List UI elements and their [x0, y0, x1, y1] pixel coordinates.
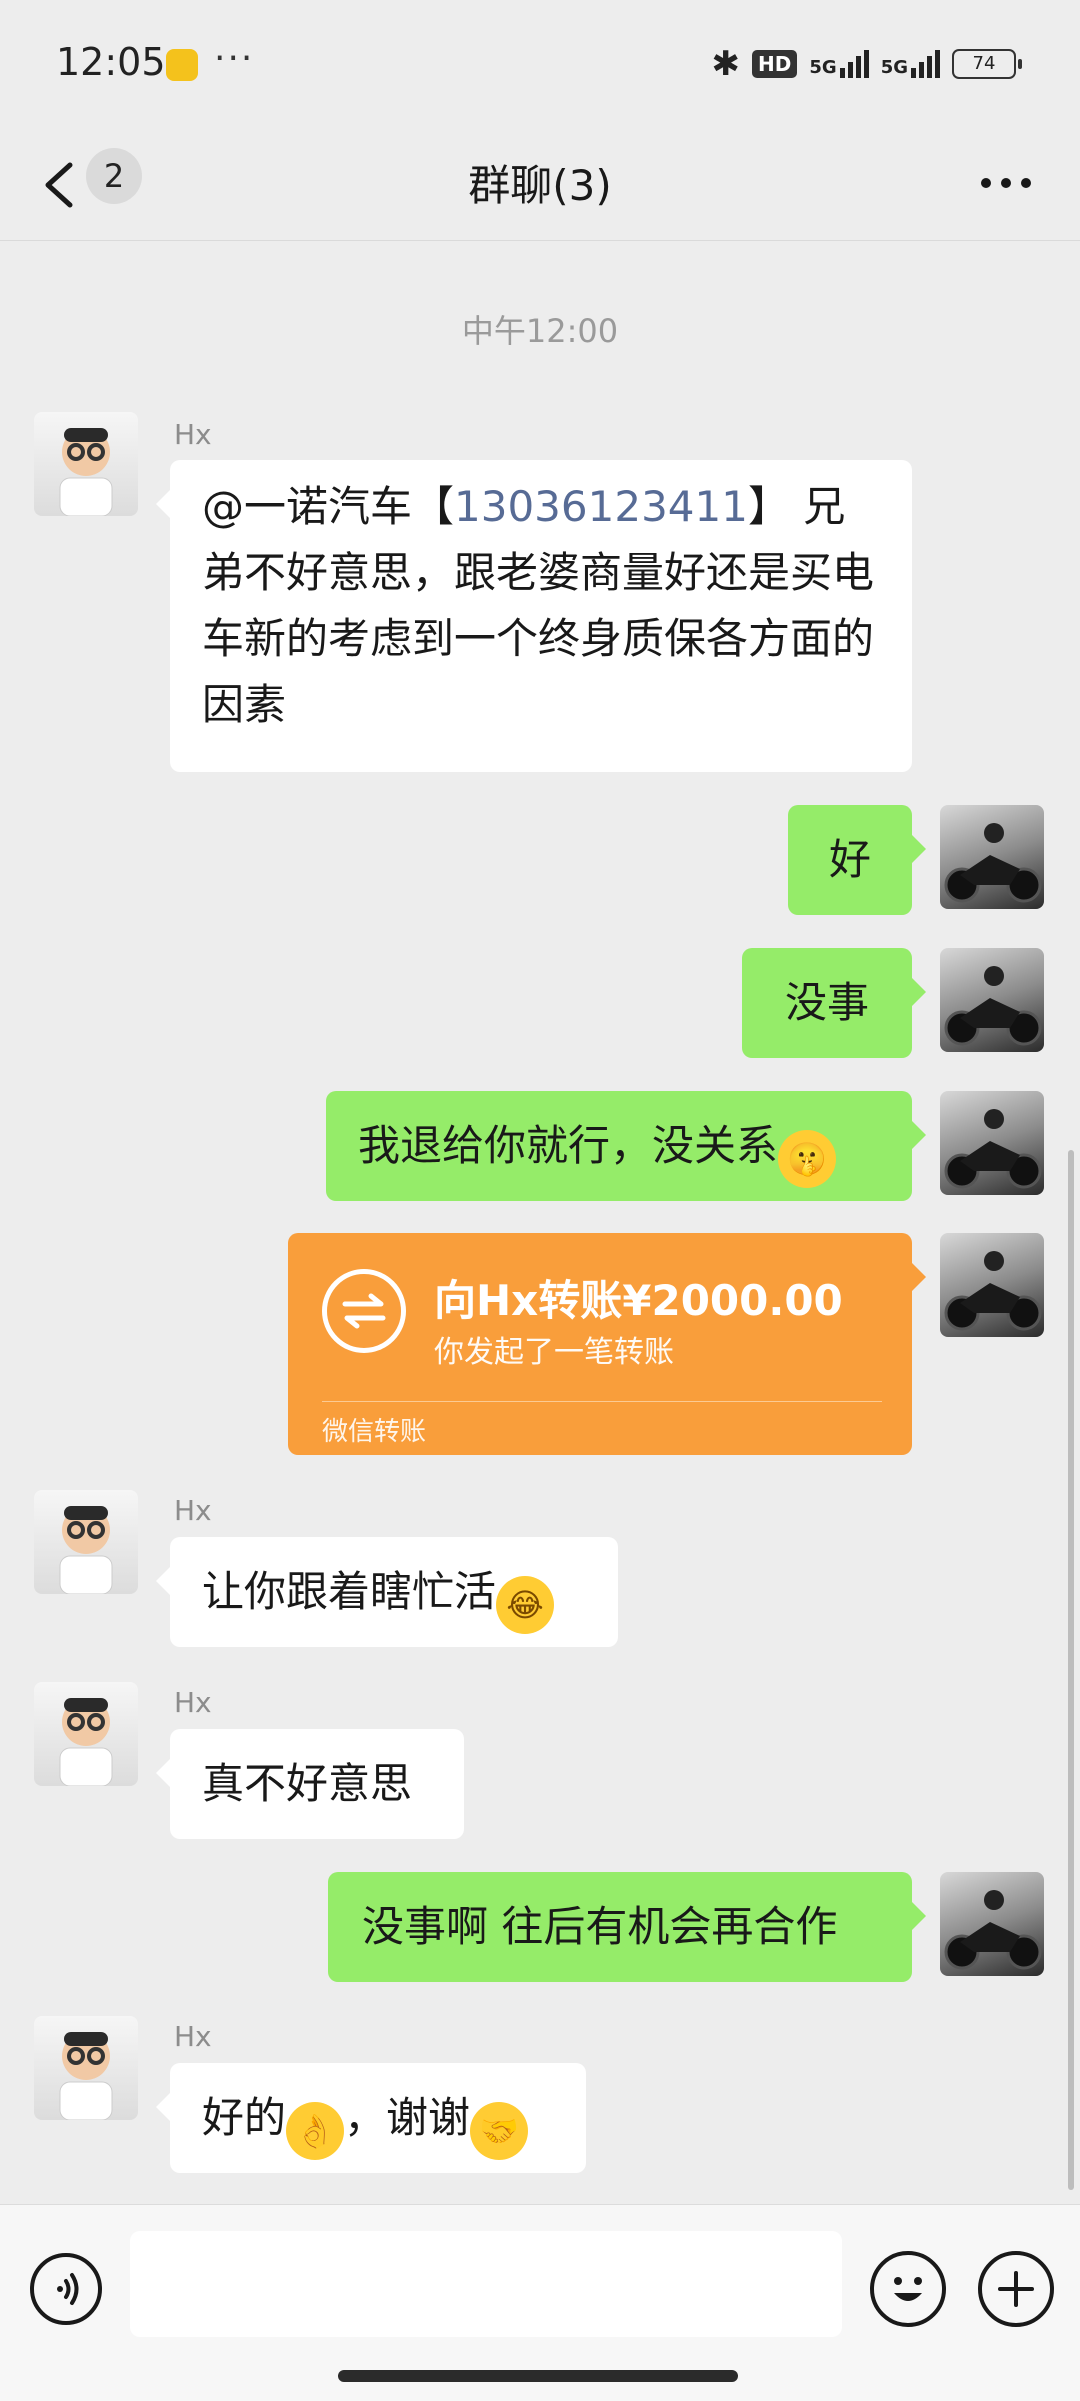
message-text: 真不好意思	[202, 1759, 413, 1808]
message-bubble-right[interactable]: 没事啊 往后有机会再合作	[328, 1872, 926, 1982]
message-text: 好	[828, 835, 871, 884]
message-text: ，谢谢	[344, 2093, 471, 2142]
message-bubble-right[interactable]: 好	[788, 805, 926, 915]
message-text: 好的	[202, 2093, 287, 2142]
plus-icon	[998, 2271, 1034, 2307]
transfer-icon	[322, 1269, 406, 1353]
scrollbar[interactable]	[1068, 1150, 1074, 2190]
avatar-hx[interactable]	[34, 1682, 138, 1786]
avatar-self[interactable]	[940, 1233, 1044, 1337]
message-bubble-right[interactable]: 没事	[742, 948, 926, 1058]
sender-name: Hx	[174, 1494, 212, 1527]
message-text: 没事	[784, 978, 869, 1027]
kid-avatar-image	[59, 428, 113, 516]
more-options-button[interactable]	[966, 150, 1046, 214]
avatar-hx[interactable]	[34, 412, 138, 516]
avatar-self[interactable]	[940, 948, 1044, 1052]
hd-voice-icon: HD	[752, 50, 798, 78]
ok-hand-emoji: 👌	[286, 2102, 345, 2160]
avatar-hx[interactable]	[34, 1490, 138, 1594]
notification-app-icon	[166, 49, 198, 81]
motorcycle-avatar-image	[944, 1251, 1042, 1331]
transfer-amount: 向Hx转账¥2000.00	[434, 1276, 843, 1325]
signal-icon-2: 5G	[881, 50, 940, 78]
phone-link[interactable]: 13036123411	[454, 482, 748, 531]
avatar-self[interactable]	[940, 1872, 1044, 1976]
message-text: 让你跟着瞎忙活	[202, 1567, 497, 1616]
avatar-self[interactable]	[940, 805, 1044, 909]
voice-input-button[interactable]	[30, 2253, 102, 2325]
sender-name: Hx	[174, 418, 212, 451]
transfer-status: 你发起了一笔转账	[434, 1335, 674, 1370]
shushing-face-emoji: 🤫	[778, 1130, 837, 1188]
motorcycle-avatar-image	[944, 823, 1042, 903]
sender-name: Hx	[174, 1686, 212, 1719]
chat-timestamp: 中午12:00	[461, 312, 619, 350]
status-bar: 12:05 ··· ✱ HD 5G 5G 74	[0, 0, 1080, 130]
tears-of-joy-emoji: 😂	[496, 1576, 555, 1634]
sender-name: Hx	[174, 2020, 212, 2053]
page-title: 群聊(3)	[468, 161, 612, 210]
exchange-arrows-icon	[342, 1293, 386, 1329]
message-bubble-left[interactable]: @一诺汽车【13036123411】 兄弟不好意思，跟老婆商量好还是买电车新的考…	[156, 460, 912, 772]
transfer-footer: 微信转账	[322, 1417, 427, 1447]
battery-icon: 74	[952, 49, 1022, 79]
message-bubble-left[interactable]: 真不好意思	[156, 1729, 464, 1839]
kid-avatar-image	[59, 1506, 113, 1594]
emoji-button[interactable]	[870, 2251, 946, 2327]
avatar-hx[interactable]	[34, 2016, 138, 2120]
avatar-self[interactable]	[940, 1091, 1044, 1195]
signal-icon-1: 5G	[809, 50, 869, 78]
handshake-emoji: 🤝	[470, 2102, 529, 2160]
voice-icon	[57, 2273, 79, 2305]
kid-avatar-image	[59, 2032, 113, 2120]
motorcycle-avatar-image	[944, 1109, 1042, 1189]
message-bubble-right[interactable]: 我退给你就行，没关系 🤫	[326, 1091, 926, 1201]
message-text: @一诺汽车【	[202, 482, 455, 531]
motorcycle-avatar-image	[944, 1890, 1042, 1970]
chat-header: 2 群聊(3)	[0, 130, 1080, 241]
message-input[interactable]	[130, 2231, 842, 2337]
more-notifications-icon: ···	[214, 38, 255, 79]
message-text: 我退给你就行，没关系	[358, 1121, 779, 1170]
kid-avatar-image	[59, 1698, 113, 1786]
divider	[322, 1401, 882, 1402]
status-time: 12:05	[56, 40, 166, 84]
message-bubble-left[interactable]: 让你跟着瞎忙活 😂	[156, 1537, 618, 1647]
smiley-icon	[894, 2277, 922, 2301]
ellipsis-icon	[981, 178, 1031, 188]
message-text: 没事啊 往后有机会再合作	[362, 1902, 838, 1951]
motorcycle-avatar-image	[944, 966, 1042, 1046]
home-indicator[interactable]	[338, 2370, 738, 2382]
bluetooth-icon: ✱	[711, 44, 741, 84]
transfer-card[interactable]: 向Hx转账¥2000.00 你发起了一笔转账 微信转账	[288, 1233, 926, 1455]
message-bubble-left[interactable]: 好的 👌 ，谢谢 🤝	[156, 2063, 586, 2173]
more-functions-button[interactable]	[978, 2251, 1054, 2327]
